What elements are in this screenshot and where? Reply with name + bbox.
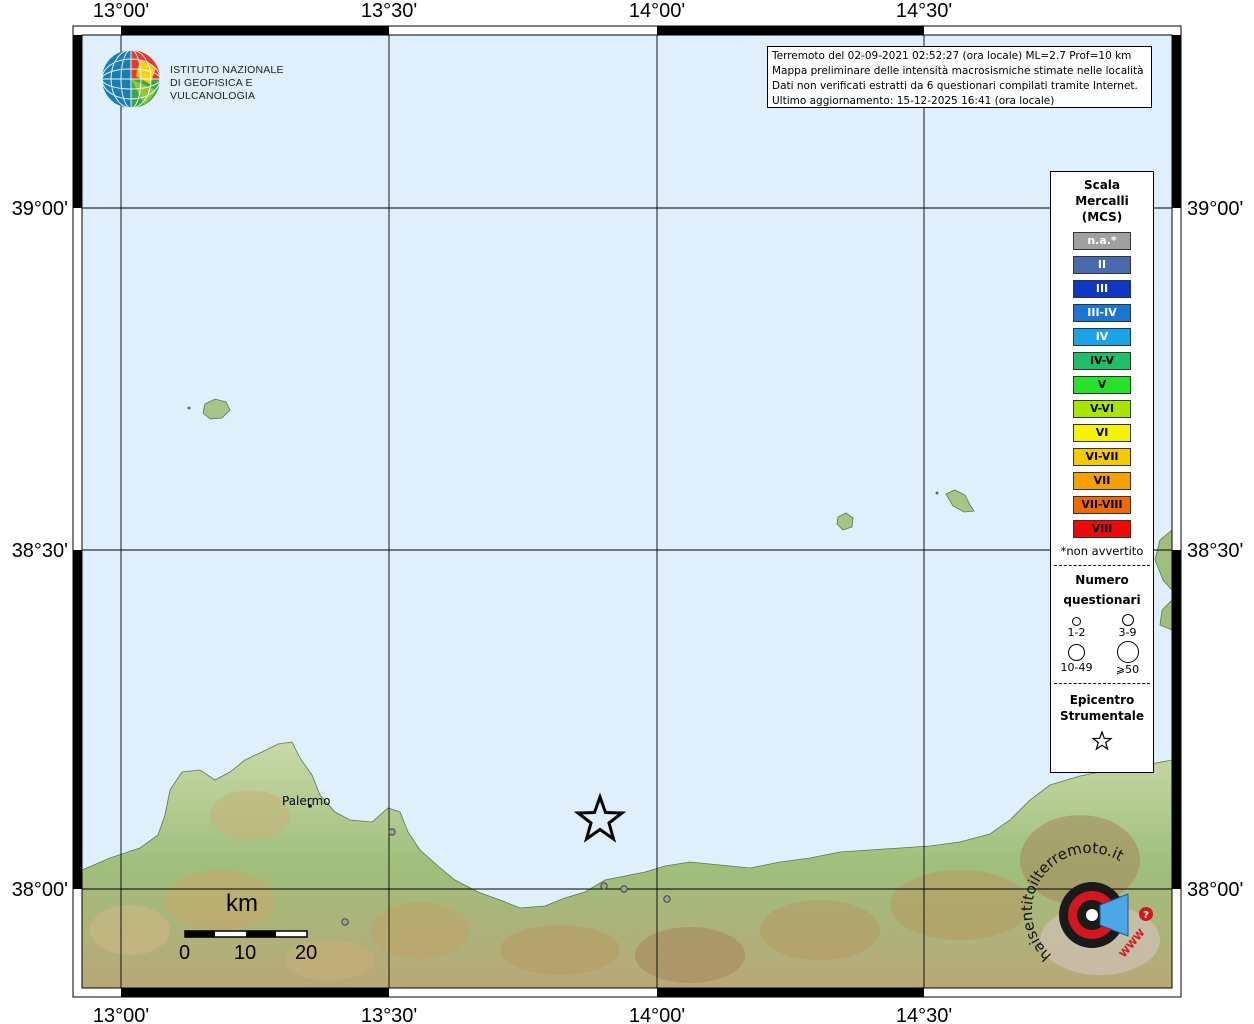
questionnaire-marker [388,828,396,836]
tick-top-1400: 14°00' [629,0,685,22]
legend-circle-sizes: 1-2 3-9 10-49 ⩾50 [1051,612,1153,676]
legend-numero-line2: questionari [1063,593,1141,607]
questionnaire-marker [600,882,608,890]
ingv-name-line2: DI GEOFISICA E VULCANOLOGIA [170,77,256,102]
tick-right-3800: 38°00' [1187,879,1243,901]
tick-top-1300: 13°00' [93,0,149,22]
legend-not-felt-note: *non avvertito [1060,544,1144,558]
tick-left-3900: 39°00' [12,198,68,220]
circle-size-medium [1121,614,1134,626]
circle-size-small [1072,617,1081,626]
question-mark: ? [1143,910,1149,921]
legend-title-line1: Scala [1083,178,1121,192]
legend-epicentro-title: Epicentro Strumentale [1051,692,1153,724]
scale-unit-label: km [226,890,258,917]
event-info-line1: Terremoto del 02-09-2021 02:52:27 (ora l… [772,50,1132,62]
scale-bar: km 0 10 20 [170,890,330,970]
legend-item-intensity: VIII [1073,520,1131,538]
bottom-ticks: 13°00' 13°30' 14°00' 14°30' [93,1005,952,1024]
legend-separator [1054,565,1150,566]
event-info-box: Terremoto del 02-09-2021 02:52:27 (ora l… [767,46,1152,108]
questionnaire-marker [663,895,671,903]
scale-tick-0: 0 [179,942,191,964]
filicudi-islet [935,491,939,495]
tick-bottom-1300: 13°00' [93,1005,149,1024]
circle-label: 3-9 [1118,626,1137,639]
legend-item-intensity: n.a.* [1073,232,1131,250]
scale-tick-20: 20 [295,942,318,964]
epicenter-star-icon [1091,730,1113,751]
top-ticks: 13°00' 13°30' 14°00' 14°30' [93,0,952,22]
tick-right-3830: 38°30' [1187,540,1243,562]
legend-title: Scala Mercalli (MCS) [1051,177,1153,225]
legend-item-intensity: IV [1073,328,1131,346]
legend-circle-50plus: ⩾50 [1102,641,1153,676]
left-ticks: 39°00' 38°30' 38°00' [12,198,68,901]
right-ticks: 39°00' 38°30' 38°00' [1187,198,1243,901]
circle-label: 1-2 [1067,626,1086,639]
mcs-legend: Scala Mercalli (MCS) n.a.* II III III-IV IV I… [1050,171,1154,773]
tick-top-1330: 13°30' [361,0,417,22]
legend-epicentro-line1: Epicentro [1069,693,1135,707]
legend-circle-10-49: 10-49 [1051,641,1102,676]
legend-item-intensity: VII-VIII [1073,496,1131,514]
questionnaire-marker [620,885,628,893]
legend-item-intensity: II [1073,256,1131,274]
circle-label: 10-49 [1060,661,1093,674]
legend-item-intensity: III-IV [1073,304,1131,322]
legend-numero-line1: Numero [1075,573,1129,587]
tick-right-3900: 39°00' [1187,198,1243,220]
haisentito-center [1086,909,1098,921]
event-info-line2: Mappa preliminare delle intensità macros… [772,65,1144,77]
event-info-line4: Ultimo aggiornamento: 15-12-2025 16:41 (… [772,95,1055,107]
circle-label: ⩾50 [1115,663,1140,676]
tick-bottom-1330: 13°30' [361,1005,417,1024]
ingv-logo: ISTITUTO NAZIONALE DI GEOFISICA E VULCAN… [100,48,320,110]
place-label-palermo: Palermo [282,794,331,808]
tick-top-1430: 14°30' [896,0,952,22]
circle-size-xlarge [1116,641,1139,663]
legend-circle-3-9: 3-9 [1102,612,1153,639]
ustica-islet [187,406,191,410]
scale-tick-10: 10 [234,942,257,964]
legend-title-line2: Mercalli [1075,194,1129,208]
ingv-name-line1: ISTITUTO NAZIONALE [170,64,284,76]
legend-item-intensity: VII [1073,472,1131,490]
tick-left-3800: 38°00' [12,879,68,901]
legend-item-intensity: VI [1073,424,1131,442]
legend-title-line3: (MCS) [1081,210,1123,224]
legend-separator [1054,683,1150,684]
legend-intensity-list: n.a.* II III III-IV IV IV-V V V-VI VI VI-VII VII VI… [1051,232,1153,538]
circle-size-large [1068,644,1085,661]
legend-item-intensity: III [1073,280,1131,298]
questionnaire-marker [341,918,349,926]
legend-item-intensity: IV-V [1073,352,1131,370]
legend-numero-title: Numero questionari [1051,570,1153,610]
legend-item-intensity: V [1073,376,1131,394]
tick-bottom-1400: 14°00' [629,1005,685,1024]
legend-item-intensity: VI-VII [1073,448,1131,466]
legend-epicentro-line2: Strumentale [1059,709,1145,723]
globe-icon [101,49,161,109]
legend-circle-1-2: 1-2 [1051,612,1102,639]
legend-item-intensity: V-VI [1073,400,1131,418]
event-info-line3: Dati non verificati estratti da 6 questi… [772,80,1138,92]
tick-left-3830: 38°30' [12,540,68,562]
tick-bottom-1430: 14°30' [896,1005,952,1024]
